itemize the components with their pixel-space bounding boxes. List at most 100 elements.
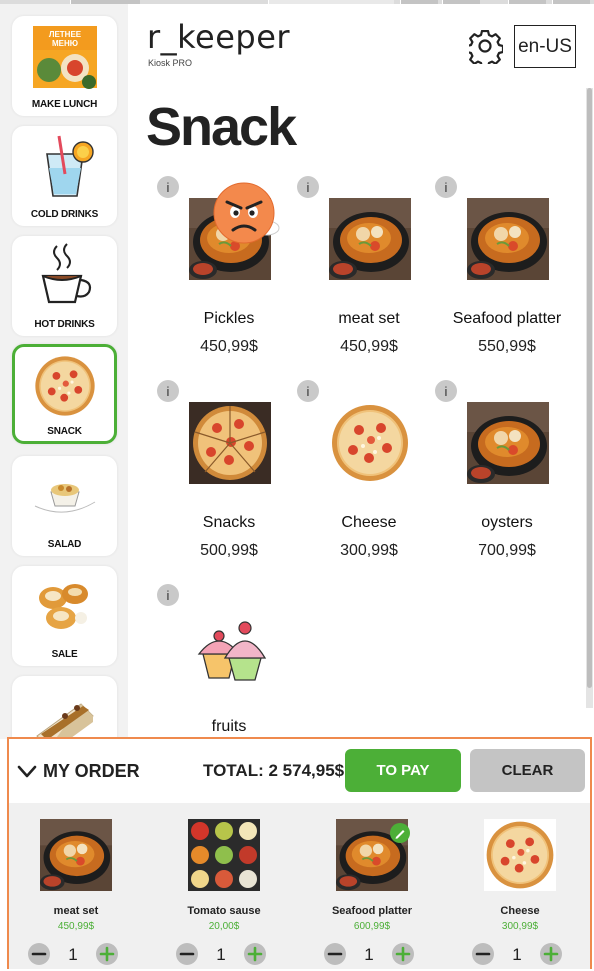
pizza-image — [33, 354, 97, 418]
language-selector[interactable]: en-US — [514, 25, 576, 68]
order-item-name: Tomato sause — [187, 905, 261, 917]
order-total: TOTAL: 2 574,95$ — [203, 761, 344, 781]
content-scrollbar[interactable] — [586, 88, 593, 708]
product-card[interactable]: i Seafood platter 550,99$ — [435, 176, 575, 371]
increase-button[interactable] — [244, 943, 266, 965]
angry-emoji-icon — [213, 182, 280, 244]
pizza-image — [484, 819, 556, 891]
order-item[interactable]: meat set 450,99$ 1 — [16, 819, 136, 969]
category-label: SALAD — [47, 539, 82, 550]
pencil-icon[interactable] — [390, 823, 410, 843]
product-name: oysters — [481, 514, 533, 531]
info-icon[interactable]: i — [435, 176, 457, 198]
category-label: SNACK — [47, 426, 82, 437]
salad-bowl-image — [34, 484, 95, 513]
category-dessert[interactable] — [12, 676, 117, 739]
browser-tab[interactable] — [508, 0, 546, 4]
gear-icon[interactable] — [469, 30, 503, 64]
category-label: HOT DRINKS — [34, 319, 95, 330]
increase-button[interactable] — [392, 943, 414, 965]
product-card[interactable]: i oysters 700,99$ — [435, 380, 575, 575]
increase-button[interactable] — [96, 943, 118, 965]
pizza-image — [329, 402, 411, 484]
quantity-stepper: 1 — [322, 941, 422, 967]
category-sidebar: ЛЕТНЕЕ МЕНЮ MAKE LUNCH COLD DRINKS HOT D… — [0, 4, 128, 739]
browser-tab[interactable] — [268, 0, 394, 4]
order-header: MY ORDER TOTAL: 2 574,95$ TO PAY CLEAR — [9, 739, 590, 803]
product-price: 500,99$ — [200, 542, 258, 559]
order-item-price: 300,99$ — [501, 921, 539, 932]
info-icon[interactable]: i — [297, 176, 319, 198]
product-price: 700,99$ — [478, 542, 536, 559]
cold-drink-image — [45, 135, 94, 197]
order-item[interactable]: Seafood platter 600,99$ 1 — [312, 819, 432, 969]
pay-button[interactable]: TO PAY — [345, 749, 461, 792]
decrease-button[interactable] — [176, 943, 198, 965]
info-icon[interactable]: i — [435, 380, 457, 402]
browser-tab[interactable] — [400, 0, 438, 4]
product-name: Snacks — [202, 514, 256, 531]
category-snack[interactable]: SNACK — [12, 344, 117, 444]
brand-logo: r_keeper — [147, 18, 291, 56]
product-card[interactable]: i fruits — [157, 584, 297, 739]
order-panel: MY ORDER TOTAL: 2 574,95$ TO PAY CLEAR m… — [7, 737, 592, 969]
plus-icon — [99, 946, 115, 962]
order-item[interactable]: Tomato sause 20,00$ 1 — [164, 819, 284, 969]
browser-tab[interactable] — [442, 0, 480, 4]
product-price: 450,99$ — [200, 338, 258, 355]
quantity-value: 1 — [216, 945, 226, 964]
plus-icon — [543, 946, 559, 962]
minus-icon — [179, 952, 195, 956]
category-hot-drinks[interactable]: HOT DRINKS — [12, 236, 117, 336]
increase-button[interactable] — [540, 943, 562, 965]
product-name: fruits — [211, 718, 247, 735]
stew-bowl-image — [40, 819, 112, 891]
info-icon[interactable]: i — [157, 176, 179, 198]
product-price: 450,99$ — [340, 338, 398, 355]
info-icon[interactable]: i — [157, 380, 179, 402]
info-icon[interactable]: i — [297, 380, 319, 402]
chevron-down-icon[interactable] — [17, 765, 37, 779]
category-cold-drinks[interactable]: COLD DRINKS — [12, 126, 117, 226]
svg-text:ЛЕТНЕЕ: ЛЕТНЕЕ — [48, 30, 81, 39]
product-card[interactable]: i Snacks 500,99$ — [157, 380, 297, 575]
order-item[interactable]: Cheese 300,99$ 1 — [460, 819, 580, 969]
quantity-stepper: 1 — [174, 941, 274, 967]
product-name: Pickles — [203, 310, 255, 327]
page-title: Snack — [146, 97, 297, 157]
decrease-button[interactable] — [28, 943, 50, 965]
order-item-price: 600,99$ — [353, 921, 391, 932]
info-icon[interactable]: i — [157, 584, 179, 606]
decrease-button[interactable] — [324, 943, 346, 965]
quantity-stepper: 1 — [26, 941, 126, 967]
category-label: MAKE LUNCH — [31, 99, 98, 110]
pizza-slices-image — [189, 402, 271, 484]
category-salad[interactable]: SALAD — [12, 456, 117, 556]
decrease-button[interactable] — [472, 943, 494, 965]
order-item-price: 450,99$ — [57, 921, 95, 932]
product-price: 550,99$ — [478, 338, 536, 355]
my-order-title[interactable]: MY ORDER — [43, 761, 140, 782]
clear-button[interactable]: CLEAR — [470, 749, 585, 792]
product-name: Cheese — [341, 514, 397, 531]
product-card[interactable]: i meat set 450,99$ — [297, 176, 437, 371]
quantity-value: 1 — [512, 945, 522, 964]
category-make-lunch[interactable]: ЛЕТНЕЕ МЕНЮ MAKE LUNCH — [12, 16, 117, 116]
product-card[interactable]: i Cheese 300,99$ — [297, 380, 437, 575]
cupcakes-image — [189, 606, 271, 688]
category-label: SALE — [51, 649, 78, 660]
stew-bowl-image — [329, 198, 411, 280]
brand-subtitle: Kiosk PRO — [148, 58, 193, 68]
browser-tab[interactable] — [552, 0, 590, 4]
minus-icon — [475, 952, 491, 956]
order-item-name: Cheese — [500, 905, 540, 917]
scrollbar-thumb[interactable] — [587, 88, 592, 688]
stew-bowl-image — [467, 198, 549, 280]
quantity-stepper: 1 — [470, 941, 570, 967]
product-card[interactable]: i Pickles 450,99$ — [157, 176, 297, 371]
lunch-menu-image: ЛЕТНЕЕ МЕНЮ — [32, 26, 97, 89]
pencil-glyph — [395, 830, 405, 839]
total-value: 2 574,95$ — [268, 761, 345, 780]
quantity-value: 1 — [68, 945, 78, 964]
category-sale[interactable]: SALE — [12, 566, 117, 666]
